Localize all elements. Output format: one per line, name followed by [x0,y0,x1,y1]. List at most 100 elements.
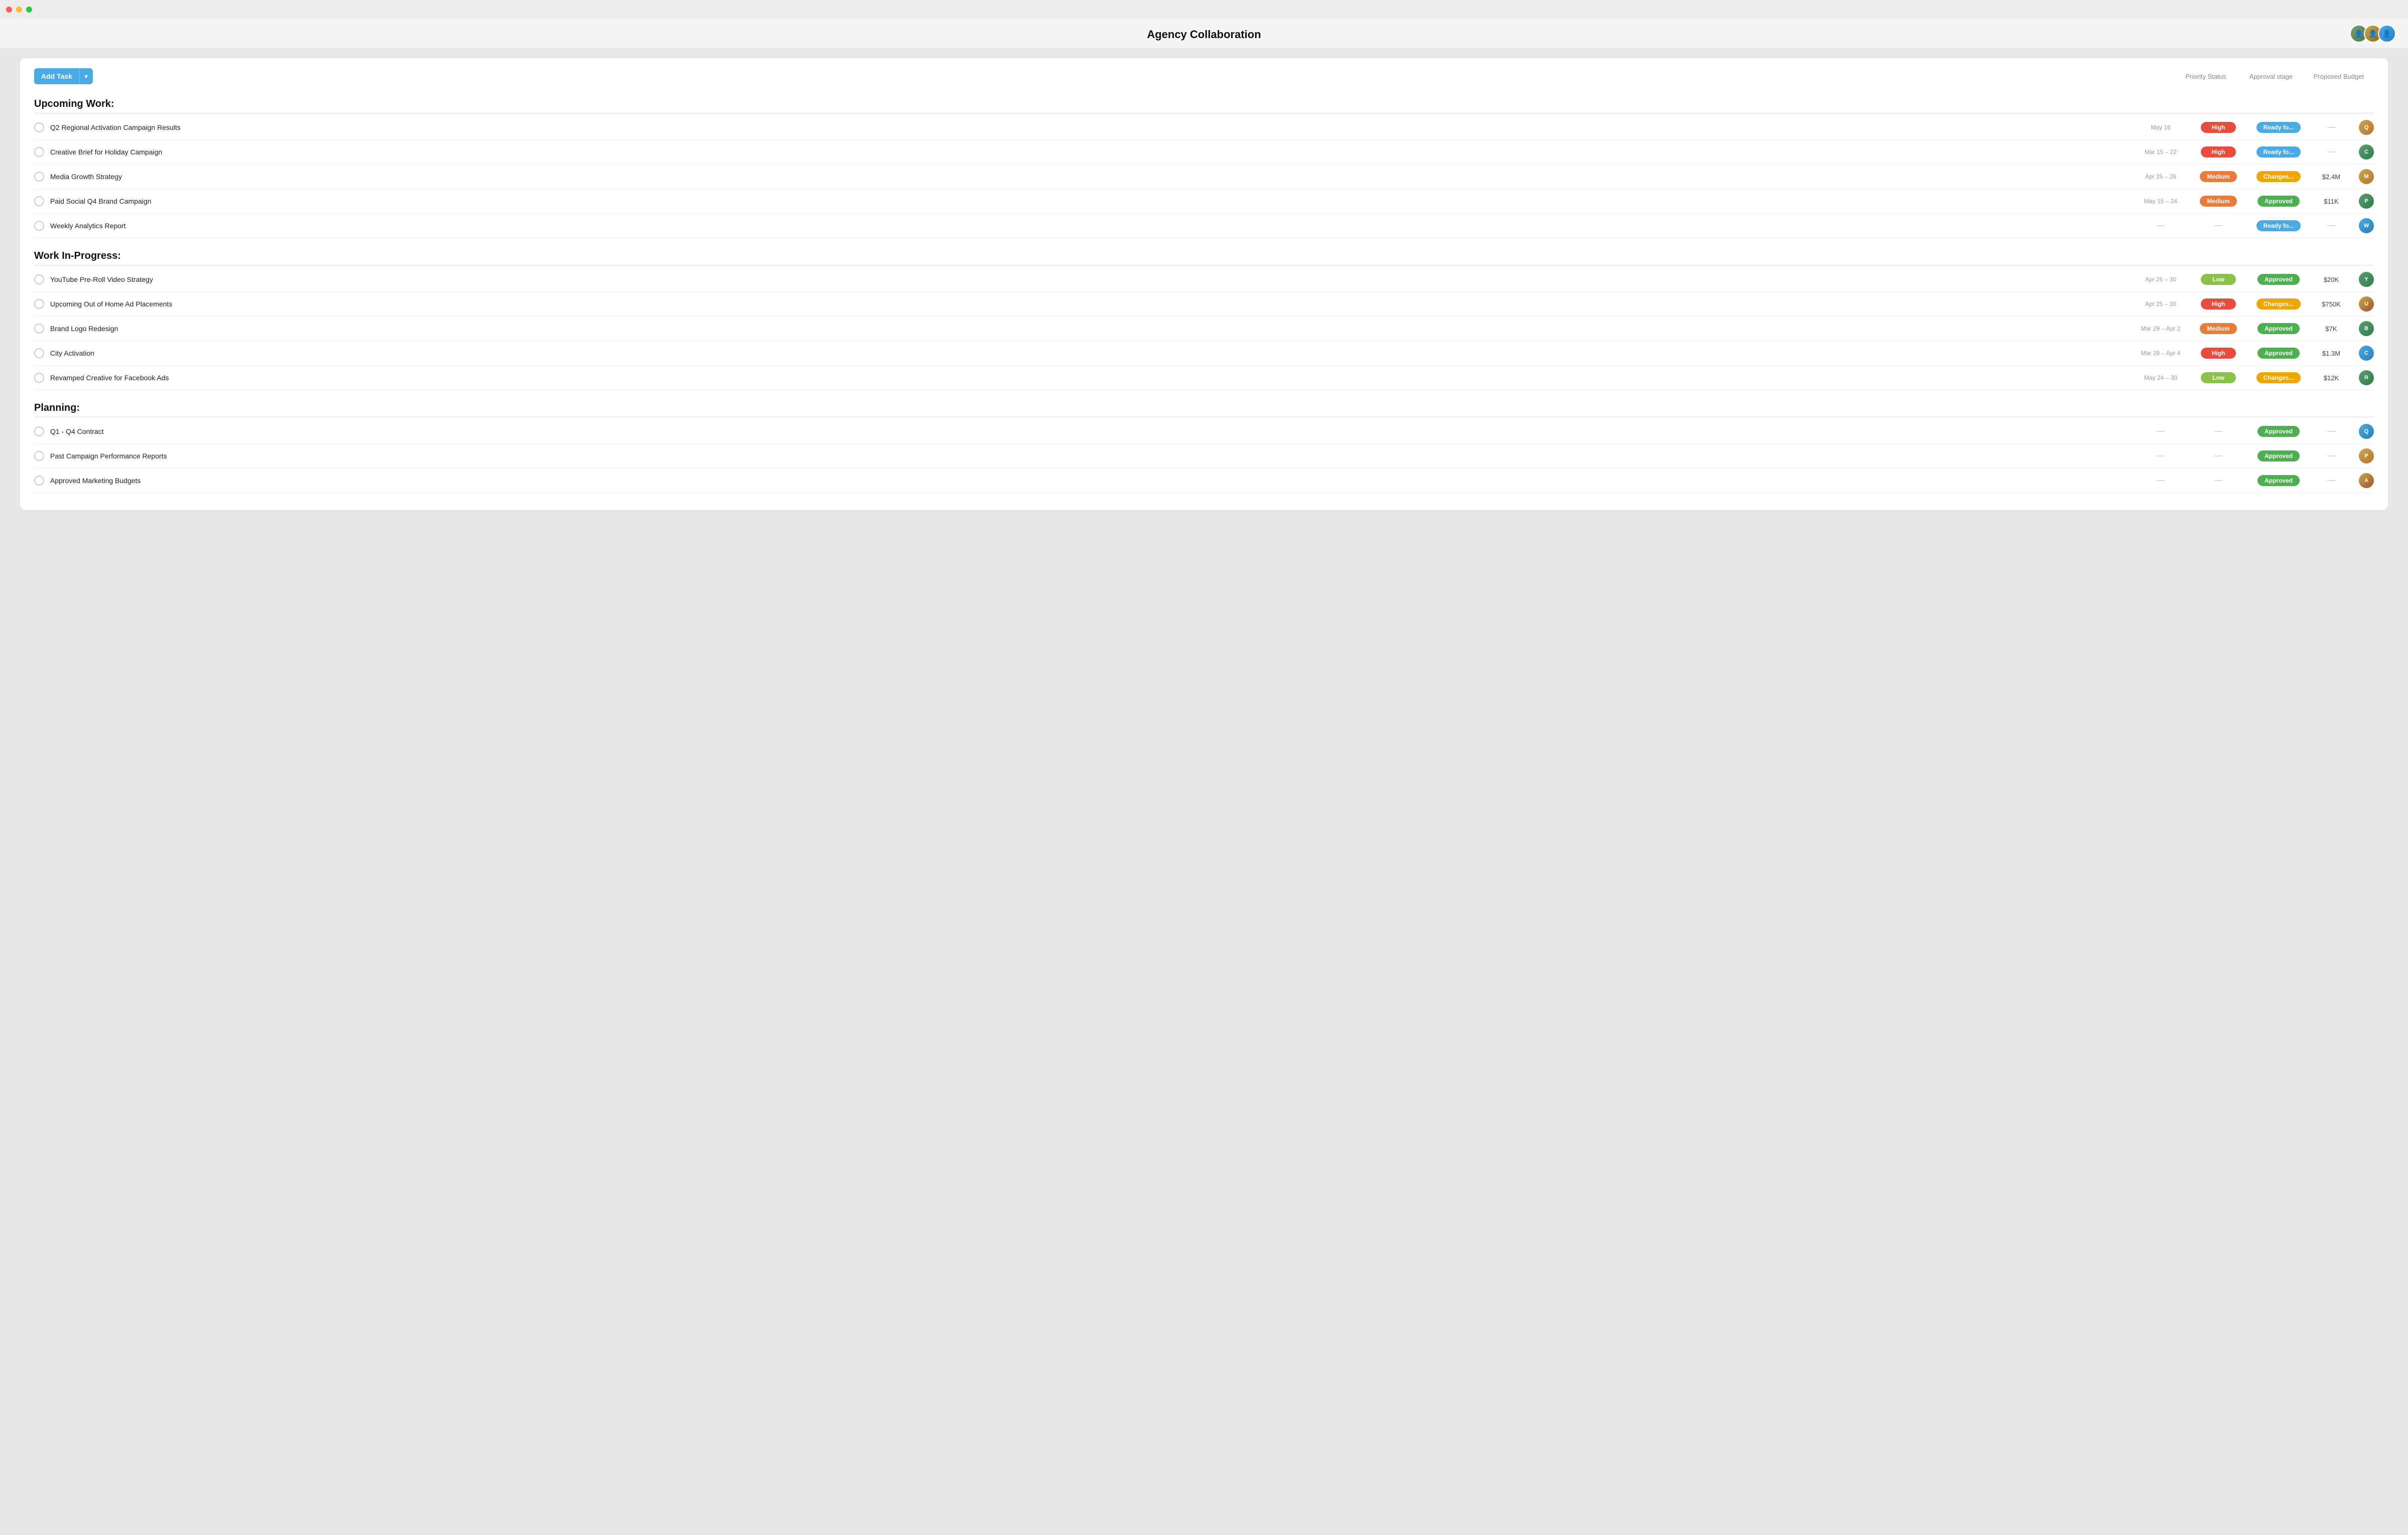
task-approval: Approved [2248,475,2309,486]
add-task-button[interactable]: Add Task ▾ [34,68,93,84]
avatar: B [2359,321,2374,336]
task-checkbox[interactable] [34,122,44,132]
task-priority: High [2188,348,2248,359]
task-date: — [2133,451,2188,460]
task-budget: — [2309,123,2354,132]
task-approval: Ready fo... [2248,146,2309,158]
section-gap [34,238,2374,245]
task-date: — [2133,427,2188,436]
task-name: Creative Brief for Holiday Campaign [50,148,2133,156]
table-row: Revamped Creative for Facebook AdsMay 24… [34,366,2374,390]
task-name: Q1 - Q4 Contract [50,427,2133,435]
task-priority: High [2188,146,2248,158]
task-approval: Ready fo... [2248,220,2309,231]
task-budget: $11K [2309,198,2354,205]
avatar: 👤 [2378,25,2396,43]
task-name: Brand Logo Redesign [50,325,2133,333]
task-checkbox[interactable] [34,196,44,206]
task-date: Mar 29 – Apr 2 [2133,325,2188,332]
task-checkbox[interactable] [34,221,44,231]
avatar: W [2359,218,2374,233]
task-checkbox[interactable] [34,324,44,334]
task-avatar: U [2354,296,2374,312]
task-approval: Approved [2248,450,2309,462]
approval-badge: Approved [2258,323,2300,334]
task-avatar: M [2354,169,2374,184]
task-checkbox[interactable] [34,274,44,284]
task-priority: — [2188,221,2248,230]
task-avatar: P [2354,194,2374,209]
task-avatar: A [2354,473,2374,488]
table-row: Paid Social Q4 Brand CampaignMay 15 – 24… [34,189,2374,214]
task-checkbox[interactable] [34,426,44,436]
approval-badge: Changes... [2256,372,2301,383]
task-name: Media Growth Strategy [50,173,2133,181]
table-row: Past Campaign Performance Reports——Appro… [34,444,2374,469]
task-checkbox[interactable] [34,373,44,383]
task-approval: Changes... [2248,298,2309,310]
table-row: Media Growth StrategyApr 25 – 26MediumCh… [34,165,2374,189]
task-priority: High [2188,298,2248,310]
task-checkbox[interactable] [34,476,44,486]
priority-badge: Low [2201,372,2236,383]
task-date: May 15 – 24 [2133,198,2188,205]
task-checkbox[interactable] [34,348,44,358]
task-checkbox[interactable] [34,299,44,309]
task-checkbox[interactable] [34,147,44,157]
task-priority: Medium [2188,171,2248,182]
task-date: Mar 28 – Apr 4 [2133,350,2188,357]
task-budget: $7K [2309,325,2354,333]
approval-badge: Approved [2258,348,2300,359]
avatar: A [2359,473,2374,488]
task-priority: Low [2188,372,2248,383]
task-budget: $2.4M [2309,173,2354,181]
task-date: May 24 – 30 [2133,374,2188,381]
task-avatar: Q [2354,120,2374,135]
avatar: Q [2359,120,2374,135]
table-row: Q1 - Q4 Contract——Approved—Q [34,419,2374,444]
task-avatar: Q [2354,424,2374,439]
task-priority: Low [2188,274,2248,285]
task-checkbox[interactable] [34,451,44,461]
col-header-budget: Proposed Budget [2304,73,2374,80]
add-task-label: Add Task [34,68,79,84]
approval-badge: Changes... [2256,171,2301,182]
approval-badge: Approved [2258,475,2300,486]
task-card: Add Task ▾ Priority Status Approval stag… [20,58,2388,510]
header-avatar-group: 👤 👤 👤 [2350,25,2396,43]
task-budget: $20K [2309,276,2354,283]
task-budget: — [2309,451,2354,460]
approval-badge: Ready fo... [2256,146,2301,158]
avatar: Q [2359,424,2374,439]
toolbar: Add Task ▾ Priority Status Approval stag… [34,68,2374,84]
task-approval: Approved [2248,196,2309,207]
task-approval: Approved [2248,274,2309,285]
priority-badge: Medium [2200,323,2236,334]
avatar: P [2359,448,2374,464]
sections-container: Upcoming Work:Q2 Regional Activation Cam… [34,93,2374,500]
minimize-dot[interactable] [16,7,22,13]
table-row: YouTube Pre-Roll Video StrategyApr 25 – … [34,267,2374,292]
section-title: Work In-Progress: [34,245,2374,265]
task-budget: — [2309,476,2354,485]
approval-badge: Approved [2258,274,2300,285]
avatar: U [2359,296,2374,312]
task-budget: $750K [2309,300,2354,308]
avatar: M [2359,169,2374,184]
task-approval: Ready fo... [2248,122,2309,133]
priority-badge: Medium [2200,196,2236,207]
task-budget: — [2309,147,2354,157]
task-checkbox[interactable] [34,172,44,182]
main-content: Add Task ▾ Priority Status Approval stag… [0,48,2408,520]
task-name: Past Campaign Performance Reports [50,452,2133,460]
approval-badge: Changes... [2256,298,2301,310]
close-dot[interactable] [6,7,12,13]
section-gap [34,390,2374,397]
task-date: — [2133,476,2188,485]
col-header-approval: Approval stage [2238,73,2304,80]
priority-badge: High [2201,348,2236,359]
task-avatar: R [2354,370,2374,385]
add-task-dropdown-arrow[interactable]: ▾ [79,69,93,84]
maximize-dot[interactable] [26,7,32,13]
table-row: Creative Brief for Holiday CampaignMar 1… [34,140,2374,165]
